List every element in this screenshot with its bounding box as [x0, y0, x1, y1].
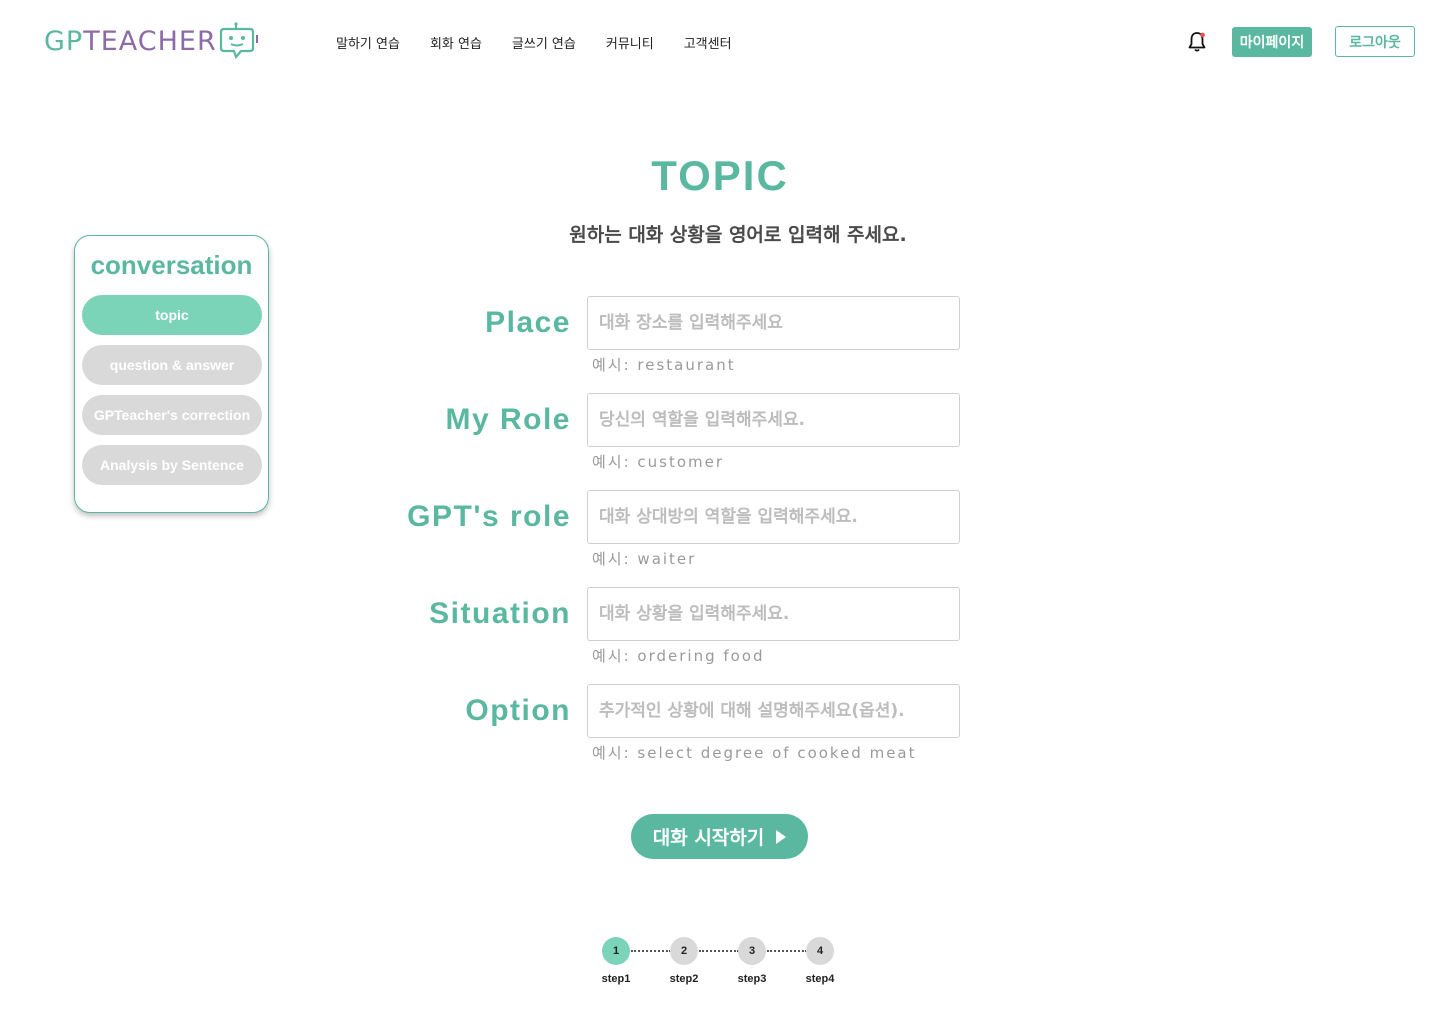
play-icon	[776, 829, 787, 844]
step-3-label: step3	[737, 973, 767, 985]
page-title: TOPIC	[651, 152, 789, 199]
step-1-label: step1	[601, 973, 631, 985]
situation-hint: 예시: ordering food	[592, 647, 765, 665]
situation-input[interactable]	[587, 587, 960, 641]
step-sidebar: conversation topic question & answer GPT…	[74, 235, 269, 513]
page-subtitle: 원하는 대화 상황을 영어로 입력해 주세요.	[569, 224, 907, 246]
nav-speaking-practice[interactable]: 말하기 연습	[336, 33, 400, 52]
nav-community[interactable]: 커뮤니티	[606, 33, 654, 52]
my-role-input[interactable]	[587, 393, 960, 447]
my-role-label: My Role	[445, 403, 571, 436]
sidebar-item-analysis[interactable]: Analysis by Sentence	[82, 445, 262, 485]
robot-chat-icon	[219, 22, 258, 60]
option-input[interactable]	[587, 684, 960, 738]
start-conversation-label: 대화 시작하기	[652, 827, 765, 849]
logo-text: GPTEACHER	[44, 25, 217, 57]
step-connector	[767, 950, 807, 952]
step-4-label: step4	[805, 973, 835, 985]
my-role-hint: 예시: customer	[592, 453, 725, 471]
sidebar-item-question-answer[interactable]: question & answer	[82, 345, 262, 385]
place-label: Place	[485, 306, 571, 339]
gpt-role-label: GPT's role	[407, 500, 571, 533]
step-connector	[699, 950, 739, 952]
gpt-role-hint: 예시: waiter	[592, 550, 697, 568]
nav-conversation-practice[interactable]: 회화 연습	[430, 33, 482, 52]
step-4-indicator: 4	[806, 937, 834, 965]
step-2-indicator: 2	[670, 937, 698, 965]
nav-customer-center[interactable]: 고객센터	[684, 33, 732, 52]
logo[interactable]: GPTEACHER	[44, 20, 259, 62]
step-1-indicator: 1	[602, 937, 630, 965]
place-input[interactable]	[587, 296, 960, 350]
gpt-role-input[interactable]	[587, 490, 960, 544]
situation-label: Situation	[429, 597, 571, 630]
main-nav: 말하기 연습 회화 연습 글쓰기 연습 커뮤니티 고객센터	[336, 33, 732, 52]
step-connector	[631, 950, 671, 952]
bell-icon[interactable]	[1185, 30, 1209, 54]
step-2-label: step2	[669, 973, 699, 985]
option-label: Option	[465, 694, 571, 727]
mypage-button[interactable]: 마이페이지	[1232, 27, 1312, 57]
sidebar-title: conversation	[90, 250, 253, 280]
sidebar-item-topic[interactable]: topic	[82, 295, 262, 335]
logout-button[interactable]: 로그아웃	[1335, 26, 1415, 57]
step-3-indicator: 3	[738, 937, 766, 965]
sidebar-item-correction[interactable]: GPTeacher's correction	[82, 395, 262, 435]
nav-writing-practice[interactable]: 글쓰기 연습	[512, 33, 576, 52]
start-conversation-button[interactable]: 대화 시작하기	[631, 814, 808, 859]
place-hint: 예시: restaurant	[592, 356, 736, 374]
option-hint: 예시: select degree of cooked meat	[592, 744, 917, 762]
